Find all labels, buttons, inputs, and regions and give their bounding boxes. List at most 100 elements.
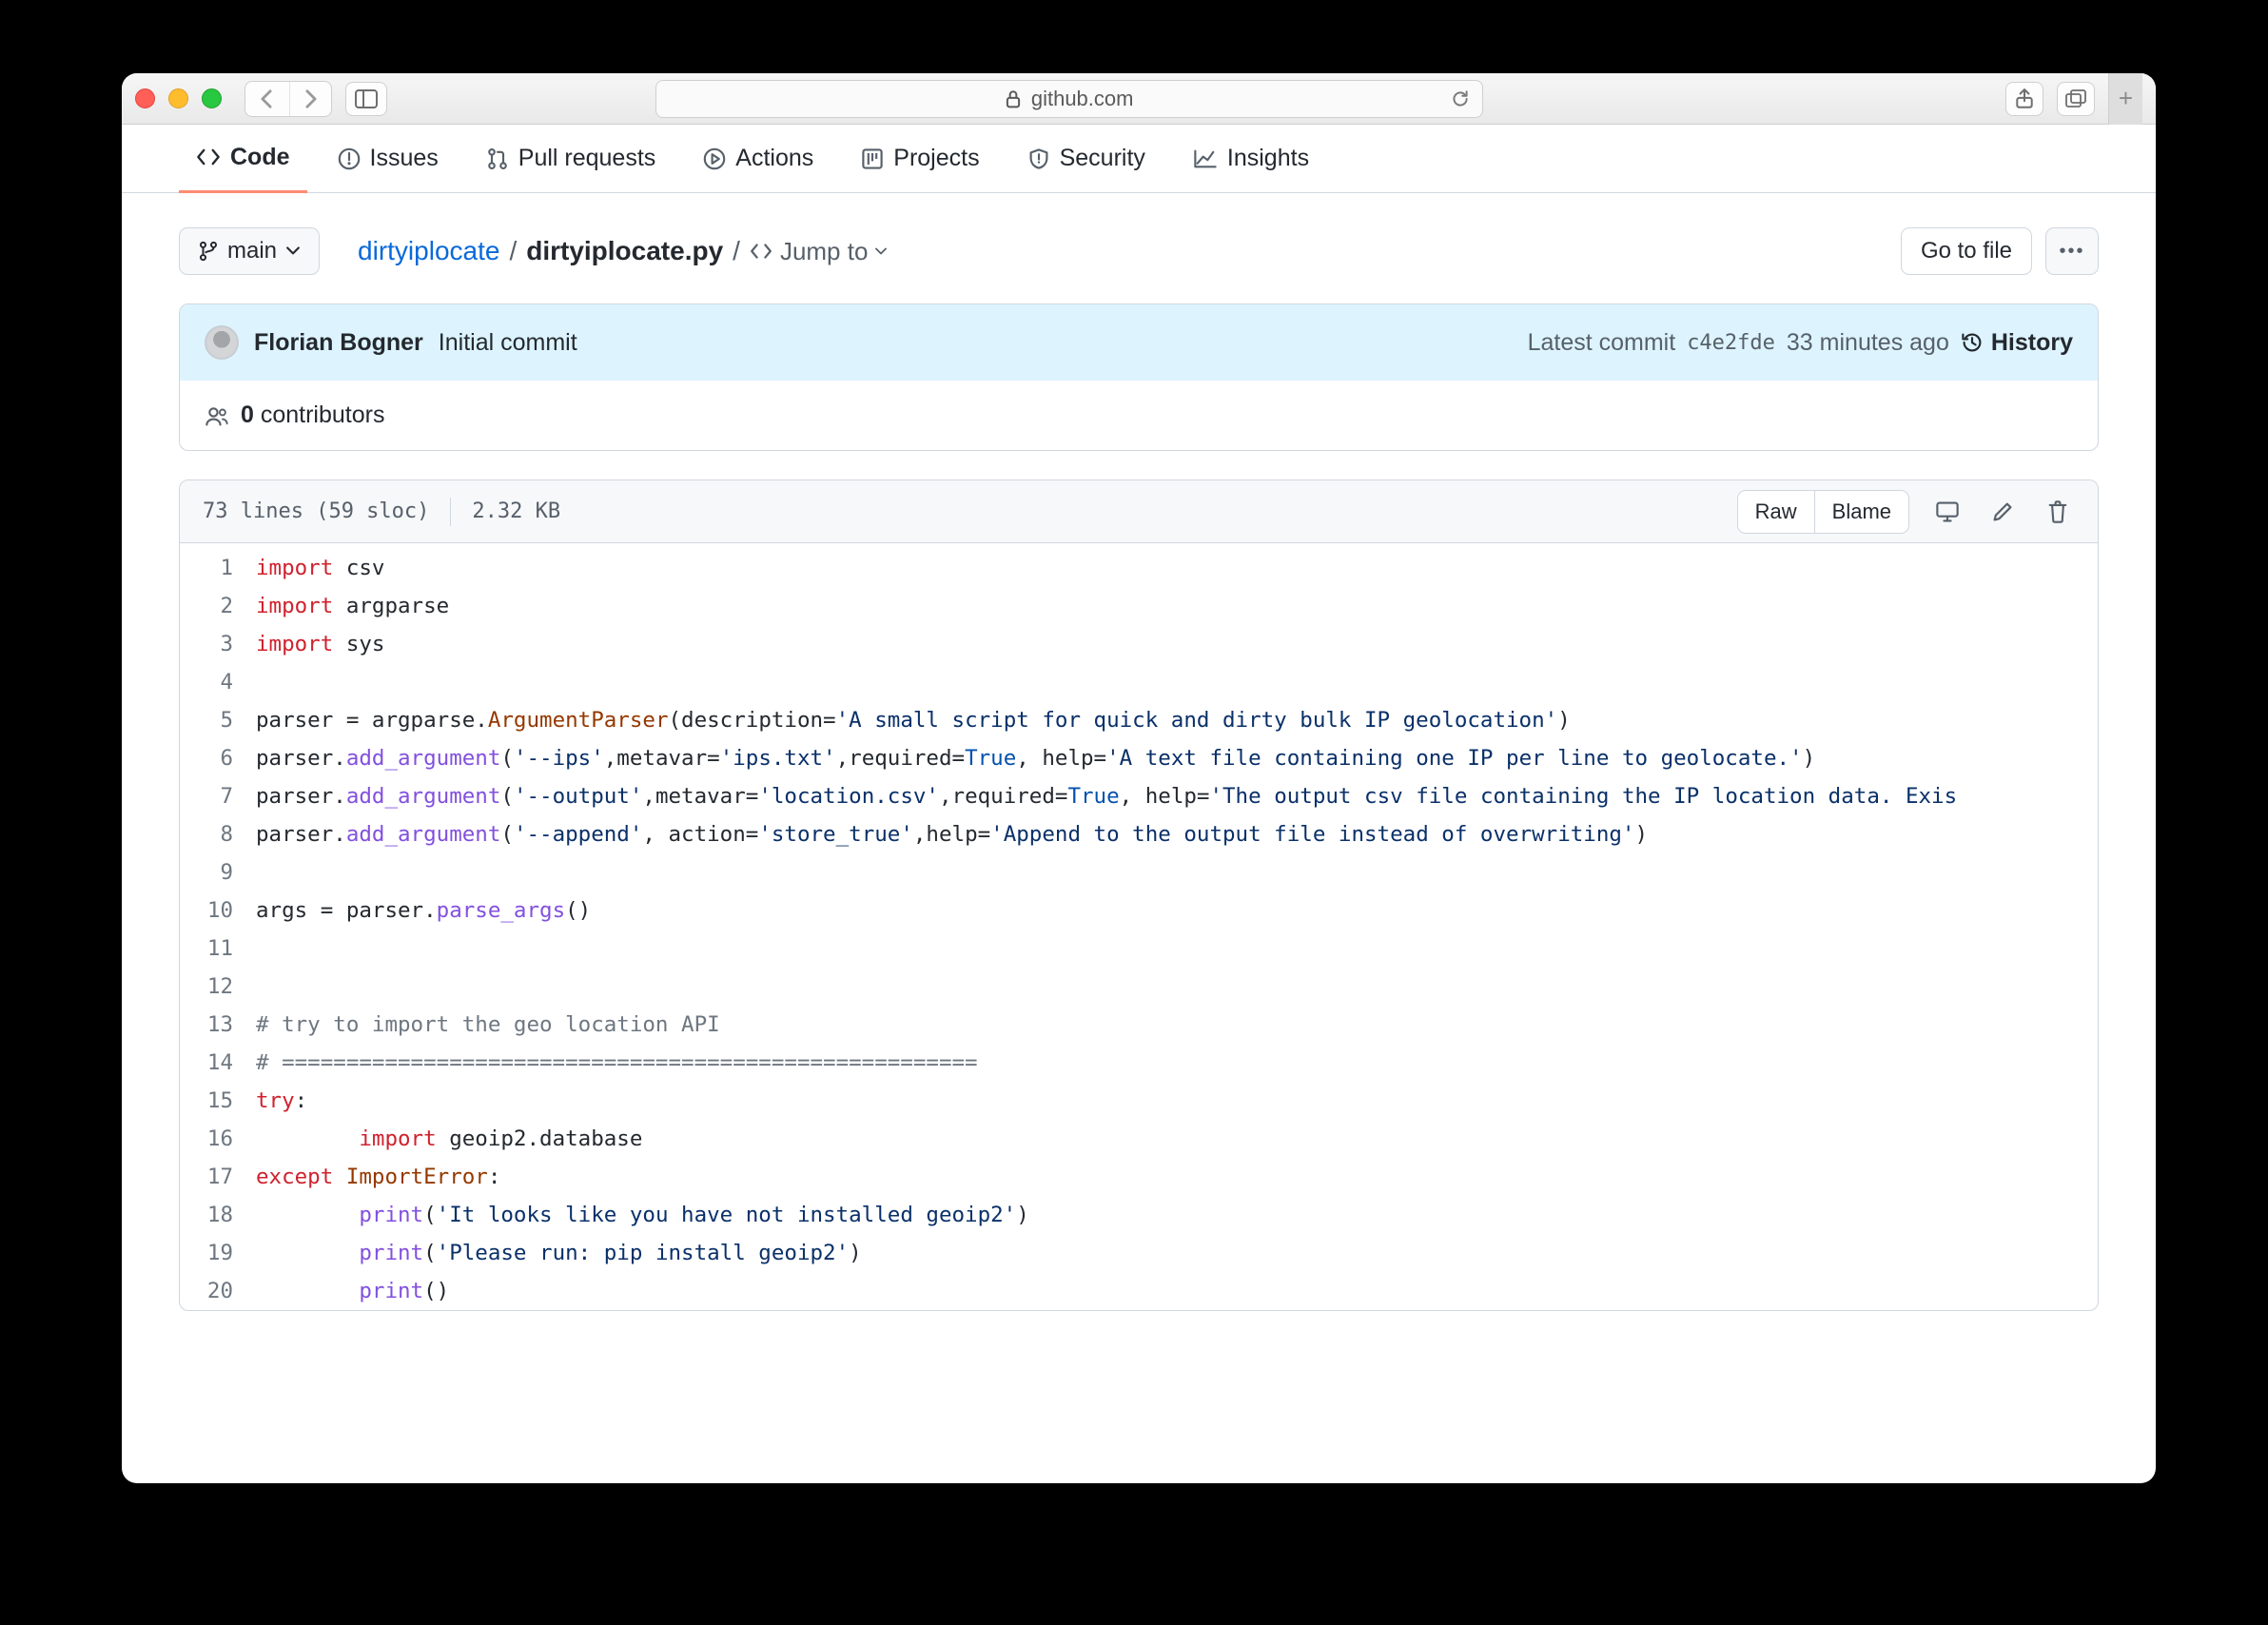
blame-button[interactable]: Blame [1814,491,1908,533]
tab-label: Actions [735,145,813,172]
page-content: main dirtyiplocate / dirtyiplocate.py / … [122,193,2156,1345]
window-controls [135,88,222,108]
code-line[interactable]: try: [256,1082,2098,1120]
code-view[interactable]: 1import csv2import argparse3import sys4 … [180,543,2098,1310]
line-number[interactable]: 1 [180,549,256,587]
trash-icon[interactable] [2041,495,2075,529]
nav-buttons [244,81,332,117]
more-actions-button[interactable]: ••• [2045,227,2099,275]
avatar[interactable] [205,325,239,360]
code-line[interactable]: parser.add_argument('--ips',metavar='ips… [256,739,2098,777]
new-tab-button[interactable]: + [2108,73,2142,125]
file-toolbar: 73 lines (59 sloc) 2.32 KB Raw Blame [180,480,2098,543]
tabs-button[interactable] [2057,82,2095,116]
code-line[interactable]: except ImportError: [256,1158,2098,1196]
code-line[interactable] [256,853,2098,891]
insights-icon [1193,148,1218,169]
repo-link[interactable]: dirtyiplocate [358,236,499,266]
fullscreen-window-icon[interactable] [202,88,222,108]
code-line[interactable]: import csv [256,549,2098,587]
breadcrumb: dirtyiplocate / dirtyiplocate.py / Jump … [358,236,887,266]
code-line[interactable]: args = parser.parse_args() [256,891,2098,930]
line-number[interactable]: 10 [180,891,256,930]
contributors-label: contributors [254,401,385,428]
close-window-icon[interactable] [135,88,155,108]
contributors-row[interactable]: 0 contributors [180,381,2098,450]
edit-icon[interactable] [1985,495,2020,529]
code-line[interactable] [256,930,2098,968]
tab-actions[interactable]: Actions [686,125,831,193]
tab-label: Security [1060,145,1145,172]
address-bar[interactable]: github.com [655,80,1483,118]
code-line[interactable]: # ======================================… [256,1044,2098,1082]
tab-code[interactable]: Code [179,125,307,193]
jump-to-button[interactable]: Jump to [750,237,888,266]
desktop-icon[interactable] [1930,495,1965,529]
code-line[interactable] [256,663,2098,701]
tab-label: Pull requests [518,145,656,172]
line-number[interactable]: 11 [180,930,256,968]
branch-icon [199,241,218,262]
line-number[interactable]: 7 [180,777,256,815]
line-number[interactable]: 12 [180,968,256,1006]
toolbar-right: + [2005,73,2142,125]
browser-window: github.com + Code Issues Pull reques [122,73,2156,1483]
pull-request-icon [486,147,509,170]
code-line[interactable]: import argparse [256,587,2098,625]
line-number[interactable]: 2 [180,587,256,625]
commit-time: 33 minutes ago [1787,329,1949,357]
go-to-file-button[interactable]: Go to file [1901,227,2032,275]
line-number[interactable]: 17 [180,1158,256,1196]
file-box: 73 lines (59 sloc) 2.32 KB Raw Blame 1im… [179,480,2099,1311]
code-line[interactable]: print() [256,1272,2098,1310]
commit-author[interactable]: Florian Bogner [254,329,423,357]
forward-button[interactable] [289,82,331,116]
go-to-file-label: Go to file [1921,238,2012,264]
code-line[interactable] [256,968,2098,1006]
tab-projects[interactable]: Projects [844,125,996,193]
code-line[interactable]: print('It looks like you have not instal… [256,1196,2098,1234]
code-line[interactable]: parser.add_argument('--append', action='… [256,815,2098,853]
code-line[interactable]: # try to import the geo location API [256,1006,2098,1044]
commit-sha[interactable]: c4e2fde [1687,331,1775,355]
file-name: dirtyiplocate.py [526,236,723,266]
line-number[interactable]: 18 [180,1196,256,1234]
path-separator: / [733,236,740,266]
line-number[interactable]: 16 [180,1120,256,1158]
commit-message[interactable]: Initial commit [439,329,577,357]
tab-insights[interactable]: Insights [1176,125,1326,193]
raw-button[interactable]: Raw [1738,491,1814,533]
sidebar-toggle-button[interactable] [345,82,387,116]
line-number[interactable]: 13 [180,1006,256,1044]
line-number[interactable]: 14 [180,1044,256,1082]
line-number[interactable]: 9 [180,853,256,891]
minimize-window-icon[interactable] [168,88,188,108]
people-icon [205,405,229,426]
line-number[interactable]: 4 [180,663,256,701]
code-line[interactable]: parser.add_argument('--output',metavar='… [256,777,2098,815]
history-link[interactable]: History [1961,329,2073,357]
line-number[interactable]: 6 [180,739,256,777]
tab-label: Issues [370,145,439,172]
line-number[interactable]: 3 [180,625,256,663]
code-line[interactable]: print('Please run: pip install geoip2') [256,1234,2098,1272]
code-line[interactable]: import geoip2.database [256,1120,2098,1158]
shield-icon [1027,147,1050,170]
line-number[interactable]: 8 [180,815,256,853]
branch-selector[interactable]: main [179,227,320,275]
tab-issues[interactable]: Issues [321,125,456,193]
refresh-icon[interactable] [1450,88,1471,109]
line-number[interactable]: 15 [180,1082,256,1120]
raw-blame-group: Raw Blame [1737,490,1909,534]
share-button[interactable] [2005,82,2043,116]
code-line[interactable]: parser = argparse.ArgumentParser(descrip… [256,701,2098,739]
file-size: 2.32 KB [472,499,560,523]
line-number[interactable]: 20 [180,1272,256,1310]
line-number[interactable]: 19 [180,1234,256,1272]
tab-label: Insights [1227,145,1309,172]
line-number[interactable]: 5 [180,701,256,739]
code-line[interactable]: import sys [256,625,2098,663]
tab-security[interactable]: Security [1010,125,1163,193]
back-button[interactable] [245,82,287,116]
tab-pull-requests[interactable]: Pull requests [469,125,674,193]
